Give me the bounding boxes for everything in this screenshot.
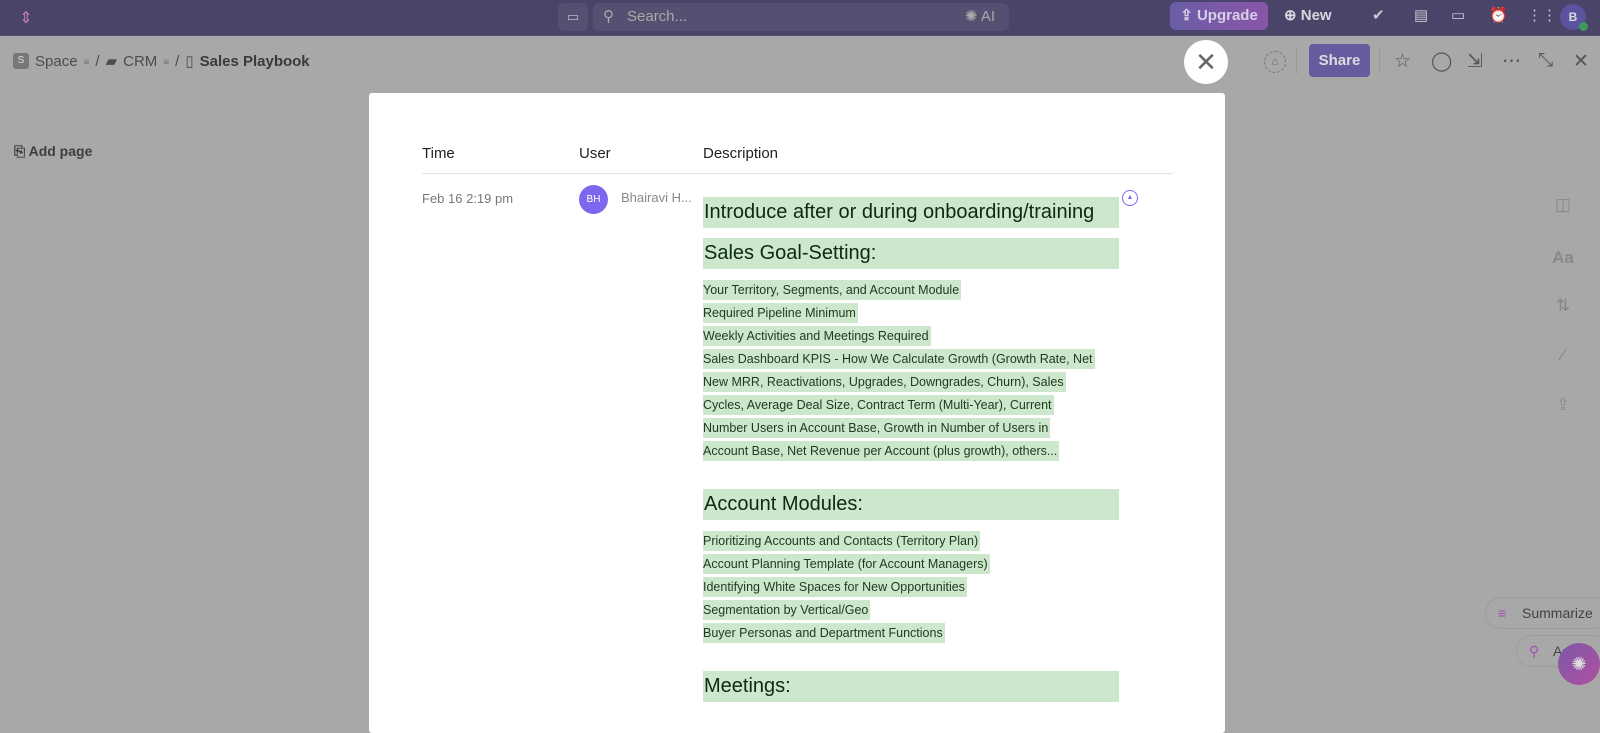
summarize-button[interactable]: ≡ Summarize [1485, 597, 1600, 629]
separator: / [95, 52, 100, 70]
line-wrapper: Prioritizing Accounts and Contacts (Terr… [703, 530, 1119, 553]
row-time: Feb 16 2:19 pm [422, 191, 514, 206]
check-circle-icon[interactable]: ✔ [1372, 6, 1385, 24]
breadcrumb-folder[interactable]: CRM [123, 53, 157, 70]
breadcrumb-page[interactable]: Sales Playbook [200, 53, 310, 70]
font-settings-icon[interactable]: Aa [1550, 248, 1576, 268]
section-heading: Sales Goal-Setting: [703, 238, 1119, 269]
description-line: Sales Dashboard KPIS - How We Calculate … [703, 349, 1095, 369]
line-wrapper: Buyer Personas and Department Functions [703, 622, 1119, 645]
share-button[interactable]: Share [1309, 44, 1370, 77]
apps-grid-icon[interactable]: ⋮⋮ [1527, 6, 1557, 24]
user-avatar: BH [579, 185, 608, 214]
section-heading: Introduce after or during onboarding/tra… [703, 197, 1119, 228]
line-wrapper: Account Planning Template (for Account M… [703, 553, 1119, 576]
line-wrapper: Required Pipeline Minimum [703, 302, 1119, 325]
line-wrapper: Your Territory, Segments, and Account Mo… [703, 279, 1119, 302]
summarize-icon: ≡ [1498, 605, 1507, 621]
description-line: Account Base, Net Revenue per Account (p… [703, 441, 1060, 461]
breadcrumb: S Space 🔒︎ / ▰ CRM 🔒︎ / ▯ Sales Playbook [13, 52, 310, 70]
description-line: Number Users in Account Base, Growth in … [703, 418, 1051, 438]
ai-assistant-button[interactable]: ✺ [1558, 643, 1600, 685]
tag-icon[interactable]: ⌂ [1264, 51, 1286, 73]
line-wrapper: Sales Dashboard KPIS - How We Calculate … [703, 348, 1119, 371]
column-header-time: Time [422, 145, 455, 162]
add-page-label: Add page [28, 143, 93, 159]
alarm-icon[interactable]: ⏰ [1489, 6, 1508, 24]
user-avatar[interactable]: B [1560, 4, 1588, 31]
more-icon[interactable]: ⋯ [1502, 50, 1521, 73]
ai-button[interactable]: ✺ AI [965, 3, 995, 31]
sync-arrows-icon[interactable]: ⇅ [1550, 296, 1576, 316]
avatar-initial: B [1568, 10, 1578, 24]
breadcrumb-space[interactable]: Space [35, 53, 78, 70]
ai-search-icon: ⚲ [1529, 643, 1540, 659]
line-wrapper: Segmentation by Vertical/Geo [703, 599, 1119, 622]
calendar-icon[interactable]: ▭ [558, 3, 588, 31]
divider [1379, 48, 1380, 74]
magic-wand-icon[interactable]: ⁄ [1550, 345, 1576, 365]
star-icon[interactable]: ☆ [1394, 50, 1411, 73]
search-input[interactable]: ⚲ Search... ✺ AI [593, 3, 1009, 31]
description-line: Your Territory, Segments, and Account Mo… [703, 280, 962, 300]
description-line: Prioritizing Accounts and Contacts (Terr… [703, 531, 981, 551]
description-line: Cycles, Average Deal Size, Contract Term… [703, 395, 1054, 415]
description-line: Segmentation by Vertical/Geo [703, 600, 871, 620]
line-wrapper: Cycles, Average Deal Size, Contract Term… [703, 394, 1119, 417]
upgrade-label: Upgrade [1196, 7, 1258, 24]
doc-icon: ▯ [185, 53, 194, 70]
upgrade-button[interactable]: ⇪ Upgrade [1170, 2, 1268, 30]
column-header-description: Description [703, 145, 779, 162]
upload-icon[interactable]: ⇪ [1550, 395, 1576, 415]
line-wrapper: Number Users in Account Base, Growth in … [703, 417, 1119, 440]
line-wrapper: New MRR, Reactivations, Upgrades, Downgr… [703, 371, 1119, 394]
separator: / [175, 52, 180, 70]
search-placeholder: Search... [627, 8, 688, 25]
line-wrapper: Account Base, Net Revenue per Account (p… [703, 440, 1119, 463]
move-down-icon[interactable]: ⇲ [1467, 50, 1483, 73]
lock-icon: 🔒︎ [163, 54, 170, 67]
lock-icon: 🔒︎ [83, 54, 90, 67]
divider [1296, 48, 1297, 74]
add-page-button[interactable]: ⎘ Add page [14, 143, 92, 160]
close-modal-button[interactable]: ✕ [1184, 40, 1228, 84]
description-content: Introduce after or during onboarding/tra… [703, 197, 1119, 712]
notepad-icon[interactable]: ▤ [1414, 6, 1428, 24]
line-wrapper: Identifying White Spaces for New Opportu… [703, 576, 1119, 599]
top-bar: ⇕ ▭ ⚲ Search... ✺ AI ⇪ Upgrade ⊕ New ✔ ▤… [0, 0, 1600, 36]
online-status-dot [1579, 22, 1588, 31]
line-wrapper: Weekly Activities and Meetings Required [703, 325, 1119, 348]
collapse-icon[interactable]: ⤡ [1538, 50, 1553, 72]
description-line: Buyer Personas and Department Functions [703, 623, 945, 643]
description-line: Account Planning Template (for Account M… [703, 554, 990, 574]
sidebar-panel-icon[interactable]: ◫ [1550, 195, 1576, 215]
history-modal: Time User Description Feb 16 2:19 pm BH … [369, 93, 1225, 733]
comment-icon[interactable]: ◯ [1431, 50, 1452, 73]
folder-icon: ▰ [105, 53, 118, 70]
ai-label: AI [980, 8, 995, 25]
section-heading: Meetings: [703, 671, 1119, 702]
search-icon: ⚲ [603, 8, 614, 25]
section-heading: Account Modules: [703, 489, 1119, 520]
app-logo-icon[interactable]: ⇕ [16, 8, 36, 28]
new-button[interactable]: ⊕ New [1284, 2, 1332, 30]
new-label: New [1300, 7, 1332, 24]
user-name: Bhairavi H... [621, 190, 692, 205]
header-divider [422, 173, 1173, 174]
collapse-toggle-icon[interactable]: ▲ [1122, 190, 1138, 206]
video-icon[interactable]: ▭ [1451, 6, 1465, 24]
description-line: Required Pipeline Minimum [703, 303, 858, 323]
description-line: New MRR, Reactivations, Upgrades, Downgr… [703, 372, 1066, 392]
close-icon[interactable]: ✕ [1573, 50, 1589, 73]
description-line: Weekly Activities and Meetings Required [703, 326, 931, 346]
space-icon: S [13, 53, 29, 69]
summarize-label: Summarize [1522, 605, 1593, 621]
column-header-user: User [579, 145, 611, 162]
description-line: Identifying White Spaces for New Opportu… [703, 577, 967, 597]
